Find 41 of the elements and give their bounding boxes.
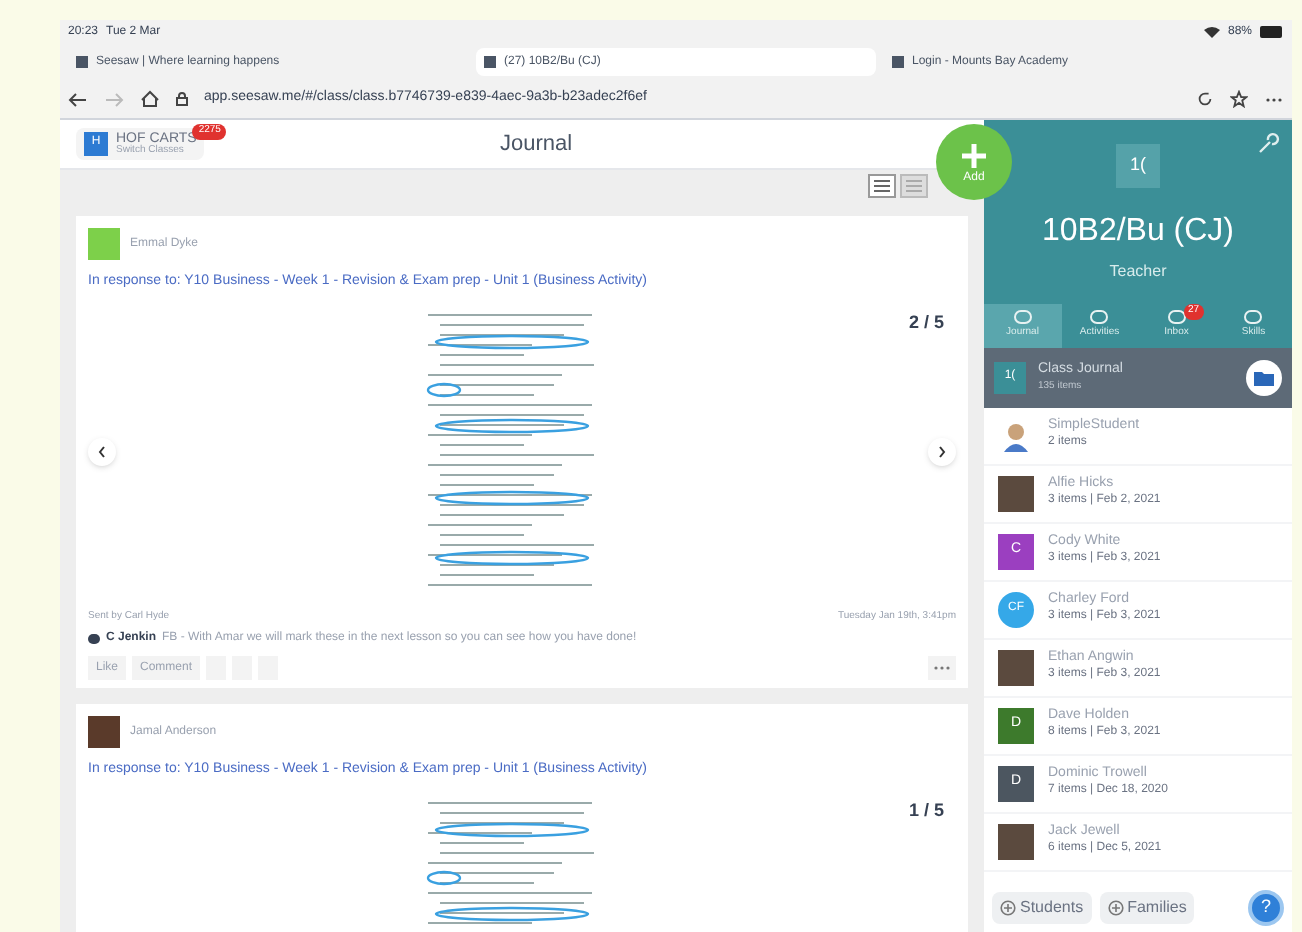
photo-placeholder: [998, 823, 1034, 859]
nav-icon: [1244, 310, 1263, 324]
reload-icon[interactable]: [1196, 90, 1214, 108]
ellipsis-icon: [934, 666, 950, 671]
battery-icon: [1260, 26, 1284, 38]
add-families-button[interactable]: Families: [1099, 892, 1195, 924]
help-button[interactable]: ?: [1248, 890, 1284, 926]
comment-icon: [88, 634, 100, 645]
chevron-left-icon: [98, 445, 106, 458]
back-arrow-icon[interactable]: [68, 91, 88, 107]
class-title: 10B2/Bu (CJ): [1041, 212, 1235, 252]
wifi-icon: [1203, 26, 1220, 38]
nav-icon: [1090, 310, 1109, 324]
role-label: Teacher: [1109, 260, 1167, 284]
add-students-button[interactable]: Students: [992, 892, 1092, 924]
home-icon[interactable]: [140, 90, 160, 108]
photo-placeholder: [998, 649, 1034, 685]
plus-circle-icon: [1000, 900, 1016, 916]
lock-icon: [176, 92, 188, 106]
wrench-icon[interactable]: [1256, 132, 1280, 156]
favicon-icon: [892, 56, 904, 68]
class-icon: 1(: [1116, 144, 1160, 188]
page-title: Journal: [500, 129, 573, 160]
photo-placeholder: [88, 716, 120, 749]
next-page-button[interactable]: [928, 437, 956, 466]
star-icon[interactable]: [1230, 90, 1248, 108]
nav-icon: [1013, 310, 1032, 324]
folder-icon: [1254, 369, 1274, 385]
more-icon[interactable]: [1264, 95, 1284, 103]
folder-button[interactable]: [1246, 359, 1282, 395]
previous-page-button[interactable]: [88, 437, 116, 466]
plus-circle-icon: [1107, 900, 1124, 916]
favicon-icon: [76, 56, 88, 68]
list-view-icon[interactable]: [868, 174, 896, 199]
chevron-right-icon: [938, 445, 946, 458]
page-counter: 2 / 5: [908, 309, 944, 336]
page-counter: 1 / 5: [908, 797, 944, 824]
student-avatar: [88, 228, 120, 261]
photo-placeholder: [998, 475, 1034, 511]
favicon-icon: [484, 56, 496, 68]
plus-icon: [960, 141, 988, 169]
